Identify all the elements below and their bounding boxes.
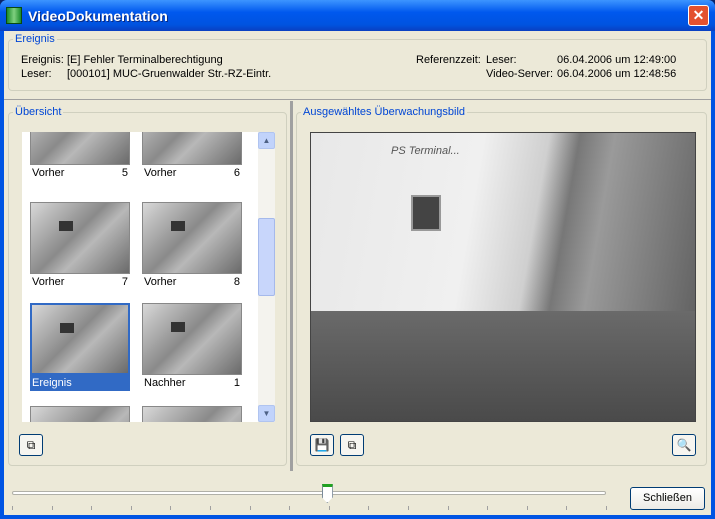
timeline-tick (130, 506, 132, 510)
timeline-tick (210, 506, 211, 510)
thumbnail[interactable]: Nachher 1 (142, 303, 242, 393)
timeline-tick (249, 506, 251, 510)
thumbnail[interactable] (142, 406, 242, 422)
thumb-label: Nachher (144, 377, 186, 389)
timeline-tick (12, 506, 13, 510)
close-window-button[interactable]: ✕ (688, 5, 709, 26)
thumbnail-selected[interactable]: Ereignis (30, 303, 130, 393)
thumb-num: 1 (233, 377, 240, 389)
close-button[interactable]: Schließen (630, 487, 705, 510)
thumb-label: Vorher (32, 276, 65, 288)
thumbnail[interactable] (30, 406, 130, 422)
copy-icon: ⧉ (347, 438, 357, 452)
timeline-tick (487, 506, 489, 510)
overview-legend: Übersicht (15, 106, 62, 118)
thumb-num: 6 (233, 167, 240, 179)
title-bar[interactable]: VideoDokumentation ✕ (0, 0, 715, 31)
copy-icon: ⧉ (26, 438, 36, 452)
thumb-num: 8 (233, 276, 240, 288)
reference-time-label: Referenzzeit: (416, 54, 481, 66)
video-documentation-window: VideoDokumentation ✕ Ereignis Ereignis: … (0, 0, 715, 519)
timeline-tick (447, 506, 449, 510)
scroll-down-button[interactable]: ▼ (258, 405, 275, 422)
zoom-button[interactable]: 🔍 (672, 434, 696, 456)
event-legend: Ereignis (15, 33, 55, 45)
ref-reader-value: 06.04.2006 um 12:49:00 (557, 54, 677, 66)
timeline-tick (526, 506, 528, 510)
copy-button[interactable]: ⧉ (340, 434, 364, 456)
copy-all-button[interactable]: ⧉ (19, 434, 43, 456)
thumbnail-list[interactable]: Vorher 5 Vorher 6 Vorher 7 Vorher 8 Ereignis… (22, 132, 258, 422)
timeline-tick (91, 506, 93, 510)
window-title: VideoDokumentation (28, 8, 168, 24)
timeline-tick (606, 506, 607, 510)
splitter-h[interactable] (4, 99, 711, 100)
selected-image-legend: Ausgewähltes Überwachungsbild (303, 106, 466, 118)
timeline-tick (566, 506, 568, 510)
event-label: Ereignis: (21, 54, 64, 66)
thumb-label: Ereignis (32, 377, 72, 389)
event-value: [E] Fehler Terminalberechtigung (67, 54, 223, 66)
magnifier-icon: 🔍 (676, 438, 692, 452)
scroll-up-button[interactable]: ▲ (258, 132, 275, 149)
save-icon: 💾 (314, 438, 330, 452)
app-icon (6, 7, 22, 24)
timeline-tick (328, 506, 330, 510)
timeline-tick (289, 506, 291, 510)
terminal (411, 195, 441, 231)
scroll-thumb[interactable] (258, 218, 275, 296)
thumbnail-scrollbar[interactable]: ▲ ▼ (258, 132, 275, 422)
splitter-v[interactable] (290, 101, 293, 471)
thumb-label: Vorher (144, 167, 177, 179)
ref-server-value: 06.04.2006 um 12:48:56 (557, 68, 677, 80)
thumbnail[interactable]: Vorher 6 (142, 132, 242, 183)
ref-server-label: Video-Server: (486, 68, 554, 80)
thumb-num: 5 (121, 167, 128, 179)
thumb-label: Vorher (144, 276, 177, 288)
timeline-tick (170, 506, 172, 510)
wall-sign: PS Terminal... (391, 145, 460, 157)
reader-label: Leser: (21, 68, 52, 80)
timeline-tick (408, 506, 409, 510)
thumbnail[interactable]: Vorher 8 (142, 202, 242, 292)
timeline-slider-track[interactable] (12, 491, 606, 495)
timeline-tick (368, 506, 370, 510)
thumbnail[interactable]: Vorher 7 (30, 202, 130, 292)
reader-value: [000101] MUC-Gruenwalder Str.-RZ-Eintr. (67, 68, 272, 80)
thumbnail[interactable]: Vorher 5 (30, 132, 130, 183)
thumb-label: Vorher (32, 167, 65, 179)
ref-reader-label: Leser: (486, 54, 517, 66)
thumb-num: 7 (121, 276, 128, 288)
timeline-tick (51, 506, 53, 510)
save-button[interactable]: 💾 (310, 434, 334, 456)
surveillance-image: PS Terminal... (310, 132, 696, 422)
